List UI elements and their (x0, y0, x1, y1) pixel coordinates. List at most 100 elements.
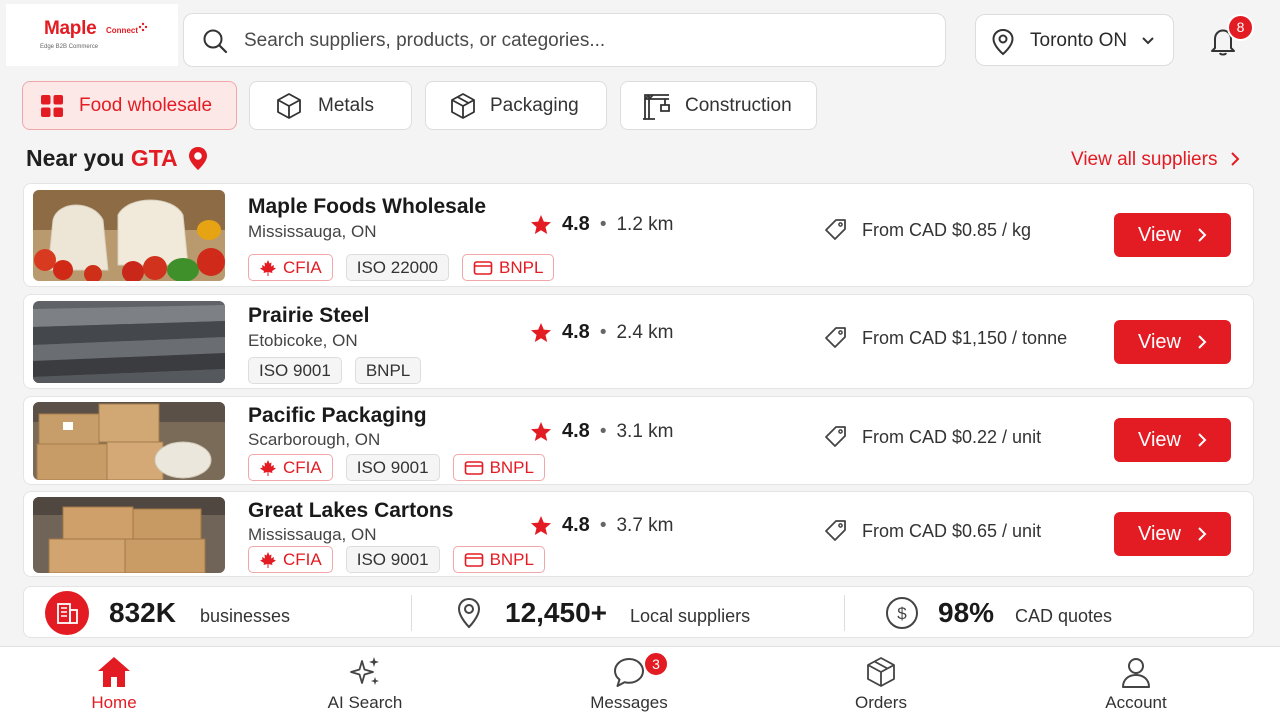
chevron-right-icon[interactable] (1229, 151, 1241, 167)
tag-label: ISO 9001 (259, 360, 331, 380)
separator-dot: • (599, 420, 607, 442)
search-bar[interactable]: AI AI (183, 13, 1116, 67)
supplier-rating: 4.8 • 3.7 km (530, 514, 674, 537)
supplier-tags: ISO 9001 BNPL (248, 357, 422, 384)
chat-icon (614, 658, 644, 687)
package-icon (867, 657, 895, 687)
stat-label: businesses (200, 606, 291, 626)
stat-value: 98% (938, 597, 995, 628)
nav-orders[interactable]: Orders (811, 647, 951, 720)
nav-messages[interactable]: Messages (559, 647, 699, 720)
tab-label: Food wholesale (79, 94, 213, 116)
tab-packaging[interactable]: Packaging (425, 81, 607, 130)
tag-label: ISO 22000 (356, 257, 439, 277)
supplier-card[interactable]: Prairie Steel Etobicoke, ON ISO 9001 BNP… (23, 294, 1254, 389)
supplier-distance: 1.2 km (616, 213, 674, 235)
tag-label: BNPL (489, 457, 534, 477)
maple-leaf-icon (260, 259, 276, 276)
brand-name: Maple (44, 18, 97, 39)
cfia-badge: CFIA (248, 454, 333, 481)
home-icon (98, 657, 130, 687)
supplier-rating: 4.8 • 1.2 km (530, 213, 674, 236)
star-icon (531, 322, 551, 342)
nav-home[interactable]: Home (44, 647, 184, 720)
bnpl-badge: BNPL (452, 454, 545, 481)
chevron-right-icon (1198, 228, 1207, 242)
separator-dot: • (599, 514, 607, 536)
view-supplier-button[interactable]: View (1114, 213, 1231, 257)
maple-leaf-icon (260, 459, 276, 476)
supplier-name[interactable]: Great Lakes Cartons (248, 499, 453, 523)
tag-label: CFIA (283, 257, 322, 277)
nav-label: Home (91, 693, 137, 712)
supplier-card[interactable]: Maple Foods Wholesale Mississauga, ON CF… (23, 183, 1254, 287)
rating-score: 4.8 (562, 514, 590, 536)
building-icon (45, 591, 89, 635)
tag-label: ISO 9001 (356, 549, 429, 569)
tab-label: Metals (318, 94, 374, 116)
separator-dot: • (599, 213, 607, 235)
nav-account[interactable]: Account (1066, 647, 1206, 720)
credit-card-icon (464, 552, 483, 567)
stat-label: Local suppliers (630, 606, 751, 626)
view-supplier-button[interactable]: View (1114, 418, 1231, 462)
bottom-navigation: Home AI Search Messages Orders Account (0, 646, 1280, 720)
price-text: From CAD $1,150 / tonne (862, 327, 1068, 348)
supplier-name[interactable]: Pacific Packaging (248, 404, 427, 428)
user-icon (1122, 658, 1150, 688)
grid-icon (41, 94, 63, 117)
tab-food-wholesale[interactable]: Food wholesale (22, 81, 237, 130)
chevron-right-icon (1198, 433, 1207, 447)
section-title-text: Near you (26, 145, 125, 171)
location-selector[interactable]: Toronto ON (975, 14, 1174, 66)
svg-text:$: $ (897, 604, 907, 623)
brand-logo[interactable]: Maple Connect Edge B2B Commerce (6, 4, 178, 66)
tag-label: CFIA (283, 549, 322, 569)
pin-icon (457, 597, 481, 629)
rating-score: 4.8 (562, 321, 590, 343)
view-supplier-button[interactable]: View (1114, 320, 1231, 364)
star-icon (531, 214, 551, 234)
cube-icon (277, 92, 301, 119)
price-tag-icon (825, 426, 846, 447)
supplier-tags: CFIA ISO 9001 BNPL (248, 454, 545, 481)
tab-metals[interactable]: Metals (249, 81, 412, 130)
supplier-image (33, 301, 225, 383)
supplier-distance: 2.4 km (616, 321, 674, 343)
divider (411, 595, 412, 631)
search-icon (203, 29, 228, 54)
tag-label: ISO 9001 (356, 457, 429, 477)
supplier-name[interactable]: Maple Foods Wholesale (248, 195, 486, 219)
nav-label: Account (1105, 693, 1167, 712)
iso-badge: ISO 9001 (345, 546, 440, 573)
tag-label: BNPL (499, 257, 544, 277)
separator-dot: • (599, 321, 607, 343)
crane-icon (643, 93, 670, 120)
search-input[interactable] (244, 26, 784, 56)
tab-construction[interactable]: Construction (620, 81, 817, 130)
price-text: From CAD $0.85 / kg (862, 219, 1032, 240)
supplier-card[interactable]: Great Lakes Cartons Mississauga, ON CFIA… (23, 491, 1254, 577)
supplier-card[interactable]: Pacific Packaging Scarborough, ON CFIA I… (23, 396, 1254, 485)
price-tag-icon (825, 327, 846, 348)
view-all-suppliers-link[interactable]: View all suppliers (1071, 149, 1217, 171)
nav-ai-search[interactable]: AI Search (295, 647, 435, 720)
view-supplier-button[interactable]: View (1114, 512, 1231, 556)
section-title: Near you GTA (26, 145, 178, 172)
supplier-distance: 3.1 km (616, 420, 674, 442)
bnpl-badge: BNPL (462, 254, 555, 281)
bnpl-badge: BNPL (452, 546, 545, 573)
iso-badge: ISO 9001 (345, 454, 440, 481)
cfia-badge: CFIA (248, 546, 333, 573)
supplier-name[interactable]: Prairie Steel (248, 304, 369, 328)
button-label: View (1138, 330, 1181, 353)
supplier-price: From CAD $0.85 / kg (824, 218, 1031, 242)
nav-label: AI Search (327, 693, 403, 712)
button-label: View (1138, 522, 1181, 545)
tag-label: BNPL (365, 360, 411, 380)
stat-value: 12,450+ (505, 597, 607, 628)
supplier-price: From CAD $0.65 / unit (824, 519, 1041, 543)
supplier-image (33, 402, 225, 480)
supplier-rating: 4.8 • 3.1 km (530, 420, 674, 443)
stats-bar: 832K businesses 12,450+ Local suppliers … (23, 586, 1254, 638)
